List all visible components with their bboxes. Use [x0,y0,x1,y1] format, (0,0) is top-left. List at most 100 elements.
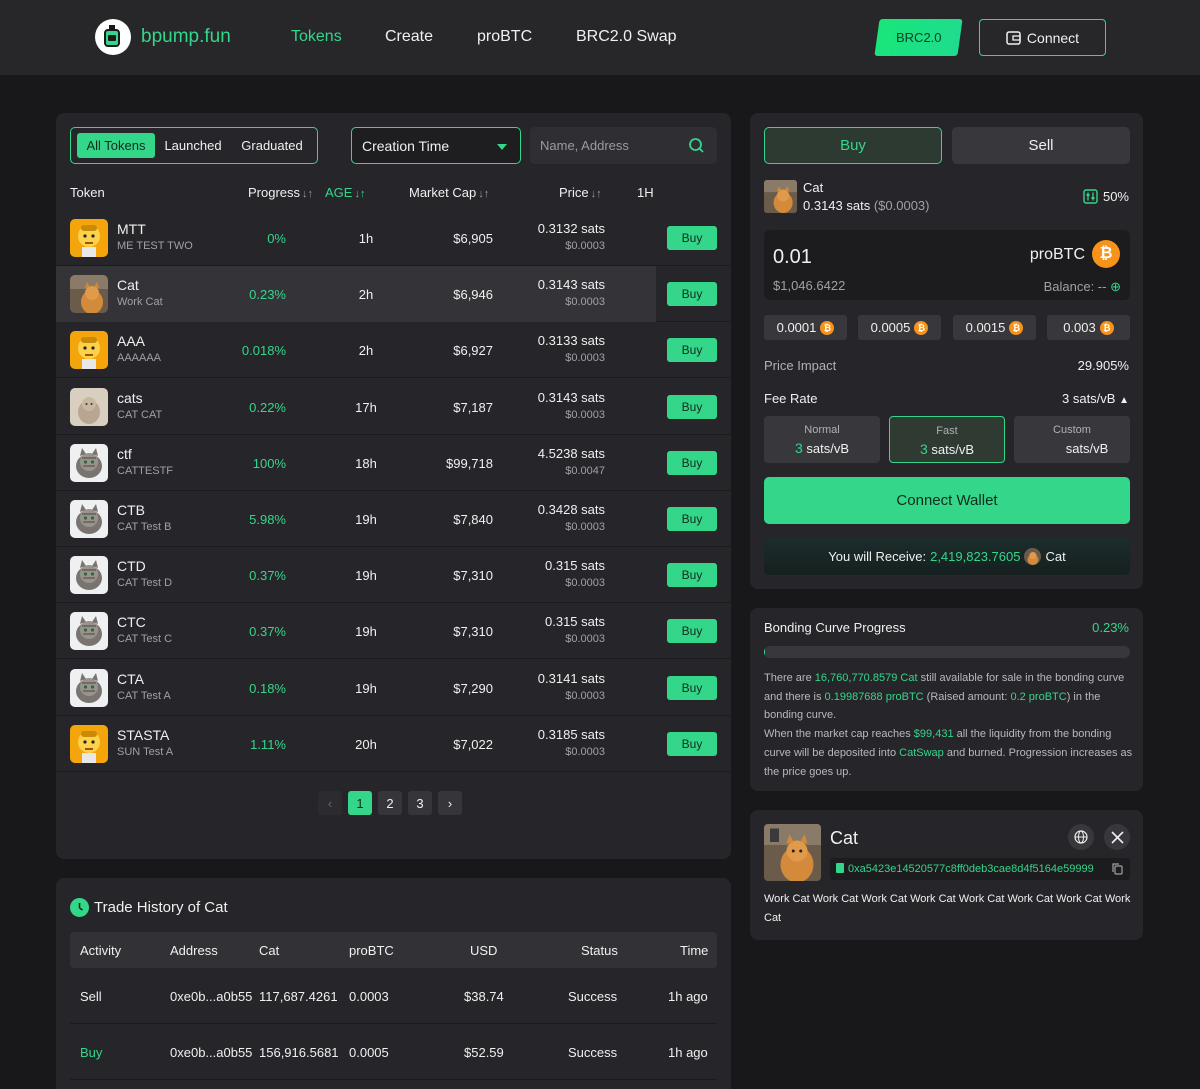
col-progress[interactable]: Progress ↓↑ [248,185,313,200]
network-button[interactable]: BRC2.0 [874,19,963,56]
buy-button[interactable]: Buy [667,731,717,756]
token-age: 20h [355,736,377,752]
token-name: STASTA [117,726,170,743]
brand-logo[interactable] [95,19,131,55]
token-info-name: Cat [830,828,859,848]
token-age: 18h [355,455,377,471]
trade-address-link[interactable]: 0xe0b...a0b55 [170,989,252,1004]
trade-address-link[interactable]: 0xe0b...a0b55 [170,1045,252,1060]
token-fullname: CATTESTF [117,464,174,477]
prev-page-button[interactable]: ‹ [318,791,342,815]
trade-cat-amount: 117,687.4261 [259,989,338,1004]
page-1-button[interactable]: 1 [348,791,372,815]
buy-button[interactable]: Buy [667,394,717,419]
token-progress: 0.18% [249,680,286,696]
website-button[interactable] [1068,824,1094,850]
token-avatar [70,612,108,651]
buy-button[interactable]: Buy [667,450,717,475]
catswap-link[interactable]: CatSwap [899,747,944,759]
token-name: CTB [117,502,145,518]
buy-button[interactable]: Buy [667,507,717,531]
page-3-button[interactable]: 3 [408,791,432,815]
trade-status: Success [568,1045,618,1060]
amount-unit: proBTC [1029,246,1085,263]
token-age: 1h [358,231,374,246]
col-age[interactable]: AGE ↓↑ [325,185,365,200]
token-row[interactable]: CTB CAT Test B 5.98% 19h $7,840 0.3428 sats $0… [56,491,731,547]
buy-button[interactable]: Buy [667,226,717,250]
token-row[interactable]: CTD CAT Test D 0.37% 19h $7,310 0.315 sats $0.… [56,547,731,604]
token-list-panel: All Tokens Launched Graduated Creation T… [56,113,731,859]
token-row[interactable]: AAA AAAAAA 0.018% 2h $6,927 0.3133 sats $0.000… [56,322,731,379]
preset-amount-button[interactable]: 0.0015 ₿ [953,315,1036,340]
buy-button[interactable]: Buy [667,282,717,307]
buy-button[interactable]: Buy [667,619,717,644]
buy-tab[interactable]: Buy [764,127,942,164]
fee-rate-toggle[interactable]: 3 sats/vB ▲ [1062,391,1129,406]
sell-tab[interactable]: Sell [952,127,1130,164]
next-page-button[interactable]: › [438,791,462,815]
search-icon[interactable] [688,137,705,154]
token-age: 17h [355,399,377,415]
nav-tokens[interactable]: Tokens [291,28,342,46]
preset-amount-button[interactable]: 0.0005 ₿ [858,315,941,340]
token-fullname: SUN Test A [117,745,174,758]
nav-probtc[interactable]: proBTC [477,28,532,46]
bitcoin-icon: ₿ [1092,240,1120,268]
buy-button[interactable]: Buy [667,338,717,363]
tab-all-tokens[interactable]: All Tokens [77,133,155,158]
filter-tabs: All Tokens Launched Graduated [70,127,318,164]
token-price: 0.3143 sats $0.0003 [537,277,605,309]
trade-row: Sell 0xe0b...a0b55 117,687.4261 0.0003 $… [70,968,717,1024]
token-avatar [70,331,108,370]
token-progress: 0% [267,231,286,246]
token-row[interactable]: CTA CAT Test A 0.18% 19h $7,290 0.3141 sats $0… [56,660,731,716]
connect-wallet-button[interactable]: Connect Wallet [764,477,1130,524]
col-price[interactable]: Price ↓↑ [559,185,602,200]
col-market-cap[interactable]: Market Cap ↓↑ [409,185,489,200]
page-2-button[interactable]: 2 [378,791,402,815]
buy-button[interactable]: Buy [667,563,717,588]
nav-brc-swap[interactable]: BRC2.0 Swap [576,28,677,46]
token-name: cats [117,389,143,406]
fee-option-normal[interactable]: Normal 3 sats/vB [764,416,880,463]
buy-button[interactable]: Buy [667,675,717,700]
token-progress: 0.37% [249,624,286,640]
triangle-up-icon: ▲ [1119,395,1129,406]
trade-activity: Buy [80,1045,103,1060]
th-activity: Activity [80,943,122,958]
th-usd: USD [470,943,498,958]
token-row[interactable]: cats CAT CAT 0.22% 17h $7,187 0.3143 sats $0.0… [56,379,731,435]
balance: Balance: -- ⊕ [1043,279,1121,294]
search-input[interactable] [530,127,680,164]
tab-launched[interactable]: Launched [160,133,226,158]
token-row[interactable]: CTC CAT Test C 0.37% 19h $7,310 0.315 sats $0.… [56,603,731,660]
tab-graduated[interactable]: Graduated [233,133,311,158]
bonding-curve-percent: 0.23% [1092,620,1129,635]
x-twitter-button[interactable] [1104,824,1130,850]
token-market-cap: $7,310 [453,568,493,584]
amount-input[interactable] [773,243,973,271]
nav-create[interactable]: Create [385,28,433,46]
token-row[interactable]: Cat Work Cat 0.23% 2h $6,946 0.3143 sats $0.00… [56,266,731,323]
token-progress: 0.37% [249,568,286,584]
token-row[interactable]: STASTA SUN Test A 1.11% 20h $7,022 0.3185 sat… [56,716,731,772]
add-circle-icon[interactable]: ⊕ [1106,279,1121,294]
slippage-setting[interactable]: 50% [1083,189,1129,204]
token-row[interactable]: MTT ME TEST TWO 0% 1h $6,905 0.3132 sats $0.00… [56,210,731,266]
preset-amount-button[interactable]: 0.003 ₿ [1047,315,1130,340]
preset-amount-button[interactable]: 0.0001 ₿ [764,315,847,340]
sort-select[interactable]: Creation Time [351,127,521,164]
bonding-curve-panel: Bonding Curve Progress 0.23% There are 1… [750,608,1143,791]
brand-name[interactable]: bpump.fun [141,26,231,48]
token-row[interactable]: ctf CATTESTF 100% 18h $99,718 4.5238 sats $0.0… [56,435,731,491]
price-impact-value: 29.905% [1077,358,1129,373]
trade-history-title: Trade History of Cat [94,899,228,916]
token-price: 0.3428 sats $0.0003 [537,502,605,533]
fee-option-fast[interactable]: Fast 3 sats/vB [889,416,1005,463]
connect-button[interactable]: Connect [979,19,1106,56]
copy-icon[interactable] [1112,863,1123,875]
token-price: 0.3133 sats $0.0003 [537,333,605,365]
col-token: Token [70,185,105,200]
fee-option-custom[interactable]: Custom sats/vB [1014,416,1130,463]
